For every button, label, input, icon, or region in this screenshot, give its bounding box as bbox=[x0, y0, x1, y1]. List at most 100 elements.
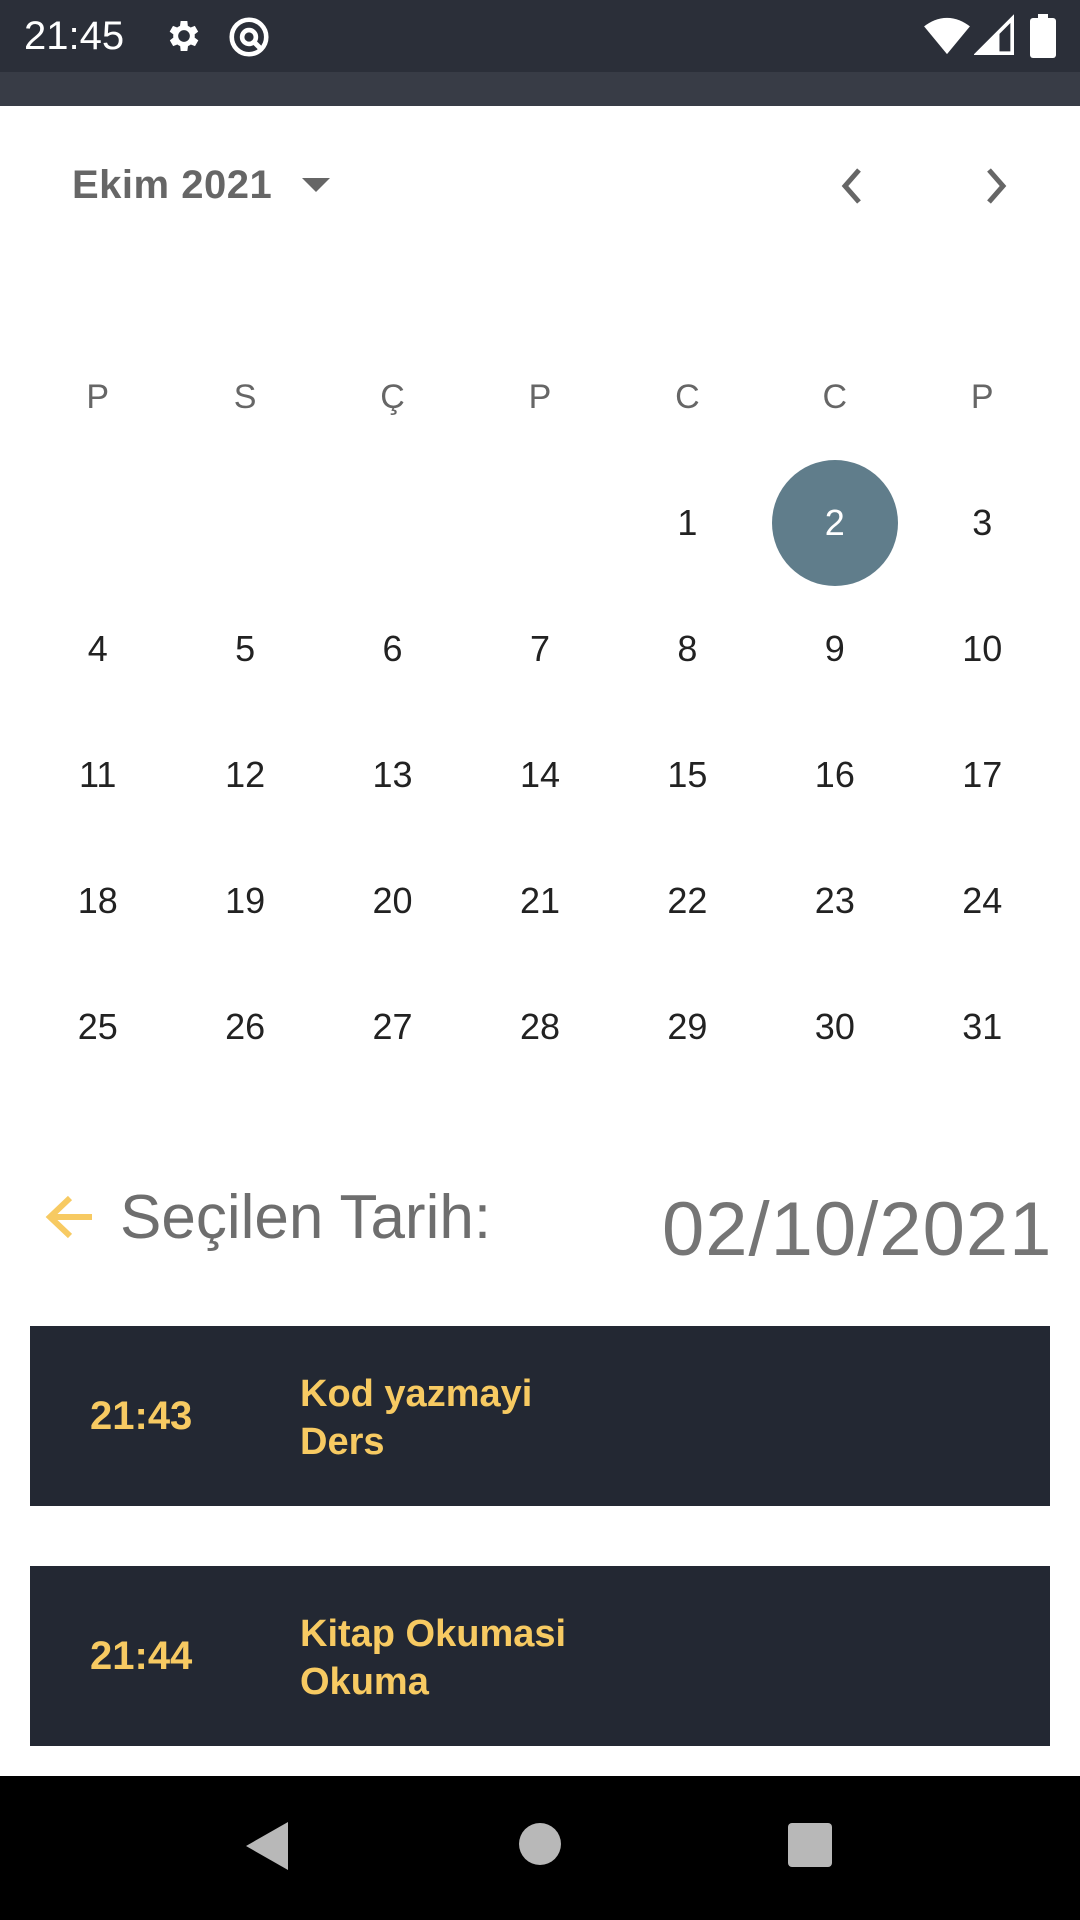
back-triangle-icon bbox=[246, 1822, 288, 1870]
day-cell[interactable]: 30 bbox=[761, 964, 908, 1090]
empty-day-cell bbox=[466, 460, 613, 586]
day-cell[interactable]: 13 bbox=[319, 712, 466, 838]
day-number: 22 bbox=[667, 880, 708, 921]
day-number: 16 bbox=[814, 754, 855, 795]
app-bar bbox=[0, 72, 1080, 106]
day-cell[interactable]: 25 bbox=[24, 964, 171, 1090]
day-cell[interactable]: 10 bbox=[909, 586, 1056, 712]
calendar-week-row: 11 12 13 14 15 16 17 bbox=[24, 712, 1056, 838]
day-cell[interactable]: 23 bbox=[761, 838, 908, 964]
day-cell[interactable]: 21 bbox=[466, 838, 613, 964]
day-number: 12 bbox=[225, 754, 266, 795]
weekday-label: S bbox=[233, 378, 257, 416]
signal-icon bbox=[973, 14, 1014, 61]
day-cell[interactable]: 18 bbox=[24, 838, 171, 964]
day-number: 4 bbox=[87, 628, 108, 669]
empty-day-cell bbox=[171, 460, 318, 586]
day-number: 17 bbox=[962, 754, 1003, 795]
selected-day-cell[interactable]: 2 bbox=[761, 460, 908, 586]
day-cell[interactable]: 31 bbox=[909, 964, 1056, 1090]
weekday-label: Ç bbox=[380, 378, 405, 416]
day-cell[interactable]: 11 bbox=[24, 712, 171, 838]
status-bar: 21:45 bbox=[0, 0, 1080, 72]
day-cell[interactable]: 28 bbox=[466, 964, 613, 1090]
weekday-label: P bbox=[528, 378, 552, 416]
day-number: 1 bbox=[677, 502, 698, 543]
empty-day-cell bbox=[319, 460, 466, 586]
day-number: 18 bbox=[77, 880, 118, 921]
day-cell[interactable]: 26 bbox=[171, 964, 318, 1090]
event-details: Kitap Okumasi Okuma bbox=[300, 1610, 566, 1706]
chevron-right-icon bbox=[987, 168, 1007, 204]
previous-month-button[interactable] bbox=[816, 150, 888, 222]
system-navigation-bar bbox=[0, 1776, 1080, 1920]
day-number: 26 bbox=[225, 1006, 266, 1047]
recents-button[interactable] bbox=[787, 1822, 833, 1873]
selected-date-row: Seçilen Tarih: 02/10/2021 bbox=[0, 1172, 1080, 1272]
day-cell[interactable]: 6 bbox=[319, 586, 466, 712]
day-cell[interactable]: 5 bbox=[171, 586, 318, 712]
day-number: 25 bbox=[77, 1006, 118, 1047]
chevron-left-icon bbox=[841, 168, 861, 204]
home-circle-icon bbox=[519, 1823, 561, 1865]
day-number: 10 bbox=[962, 628, 1003, 669]
day-number: 19 bbox=[225, 880, 266, 921]
day-number: 31 bbox=[962, 1006, 1003, 1047]
event-card[interactable]: 21:43 Kod yazmayi Ders bbox=[30, 1326, 1050, 1506]
day-cell[interactable]: 24 bbox=[909, 838, 1056, 964]
month-label: Ekim 2021 bbox=[72, 162, 273, 207]
event-subtitle: Ders bbox=[300, 1421, 385, 1463]
day-number: 5 bbox=[235, 628, 256, 669]
day-number: 20 bbox=[372, 880, 413, 921]
screen: 21:45 Ekim 2021 P S Ç P C C P 1 2 3 4 5 … bbox=[0, 0, 1080, 1920]
event-title: Kod yazmayi bbox=[300, 1373, 533, 1415]
day-cell[interactable]: 20 bbox=[319, 838, 466, 964]
calendar-week-row: 25 26 27 28 29 30 31 bbox=[24, 964, 1056, 1090]
event-details: Kod yazmayi Ders bbox=[300, 1370, 532, 1466]
month-year-selector[interactable]: Ekim 2021 bbox=[72, 155, 332, 215]
day-cell[interactable]: 9 bbox=[761, 586, 908, 712]
day-cell[interactable]: 27 bbox=[319, 964, 466, 1090]
back-button[interactable] bbox=[244, 1820, 290, 1877]
day-cell[interactable]: 4 bbox=[24, 586, 171, 712]
no-disturb-icon bbox=[226, 14, 272, 65]
event-time: 21:43 bbox=[90, 1393, 193, 1438]
event-title: Kitap Okumasi bbox=[300, 1613, 567, 1655]
next-month-button[interactable] bbox=[960, 150, 1032, 222]
calendar-week-row: 18 19 20 21 22 23 24 bbox=[24, 838, 1056, 964]
day-cell[interactable]: 19 bbox=[171, 838, 318, 964]
day-number: 8 bbox=[677, 628, 698, 669]
day-number: 7 bbox=[529, 628, 550, 669]
day-number: 28 bbox=[519, 1006, 560, 1047]
day-cell[interactable]: 7 bbox=[466, 586, 613, 712]
event-time: 21:44 bbox=[90, 1633, 193, 1678]
day-cell[interactable]: 3 bbox=[909, 460, 1056, 586]
day-cell[interactable]: 15 bbox=[614, 712, 761, 838]
day-cell[interactable]: 12 bbox=[171, 712, 318, 838]
day-cell[interactable]: 16 bbox=[761, 712, 908, 838]
day-number: 13 bbox=[372, 754, 413, 795]
event-subtitle: Okuma bbox=[300, 1661, 429, 1703]
day-number: 9 bbox=[824, 628, 845, 669]
weekday-label: C bbox=[675, 378, 700, 416]
day-number: 3 bbox=[972, 502, 993, 543]
gear-icon bbox=[164, 14, 204, 63]
battery-icon bbox=[1030, 14, 1056, 63]
status-time: 21:45 bbox=[24, 14, 125, 58]
day-cell[interactable]: 8 bbox=[614, 586, 761, 712]
day-number: 15 bbox=[667, 754, 708, 795]
back-arrow-icon[interactable] bbox=[44, 1192, 96, 1247]
day-number: 24 bbox=[962, 880, 1003, 921]
calendar-week-row: 1 2 3 bbox=[24, 460, 1056, 586]
dropdown-arrow-icon bbox=[300, 176, 332, 199]
day-cell[interactable]: 1 bbox=[614, 460, 761, 586]
weekday-header: P S Ç P C C P bbox=[24, 372, 1056, 422]
recents-square-icon bbox=[788, 1823, 832, 1867]
wifi-icon bbox=[924, 14, 970, 61]
home-button[interactable] bbox=[518, 1822, 562, 1871]
day-cell[interactable]: 22 bbox=[614, 838, 761, 964]
day-cell[interactable]: 14 bbox=[466, 712, 613, 838]
day-cell[interactable]: 29 bbox=[614, 964, 761, 1090]
day-cell[interactable]: 17 bbox=[909, 712, 1056, 838]
event-card[interactable]: 21:44 Kitap Okumasi Okuma bbox=[30, 1566, 1050, 1746]
